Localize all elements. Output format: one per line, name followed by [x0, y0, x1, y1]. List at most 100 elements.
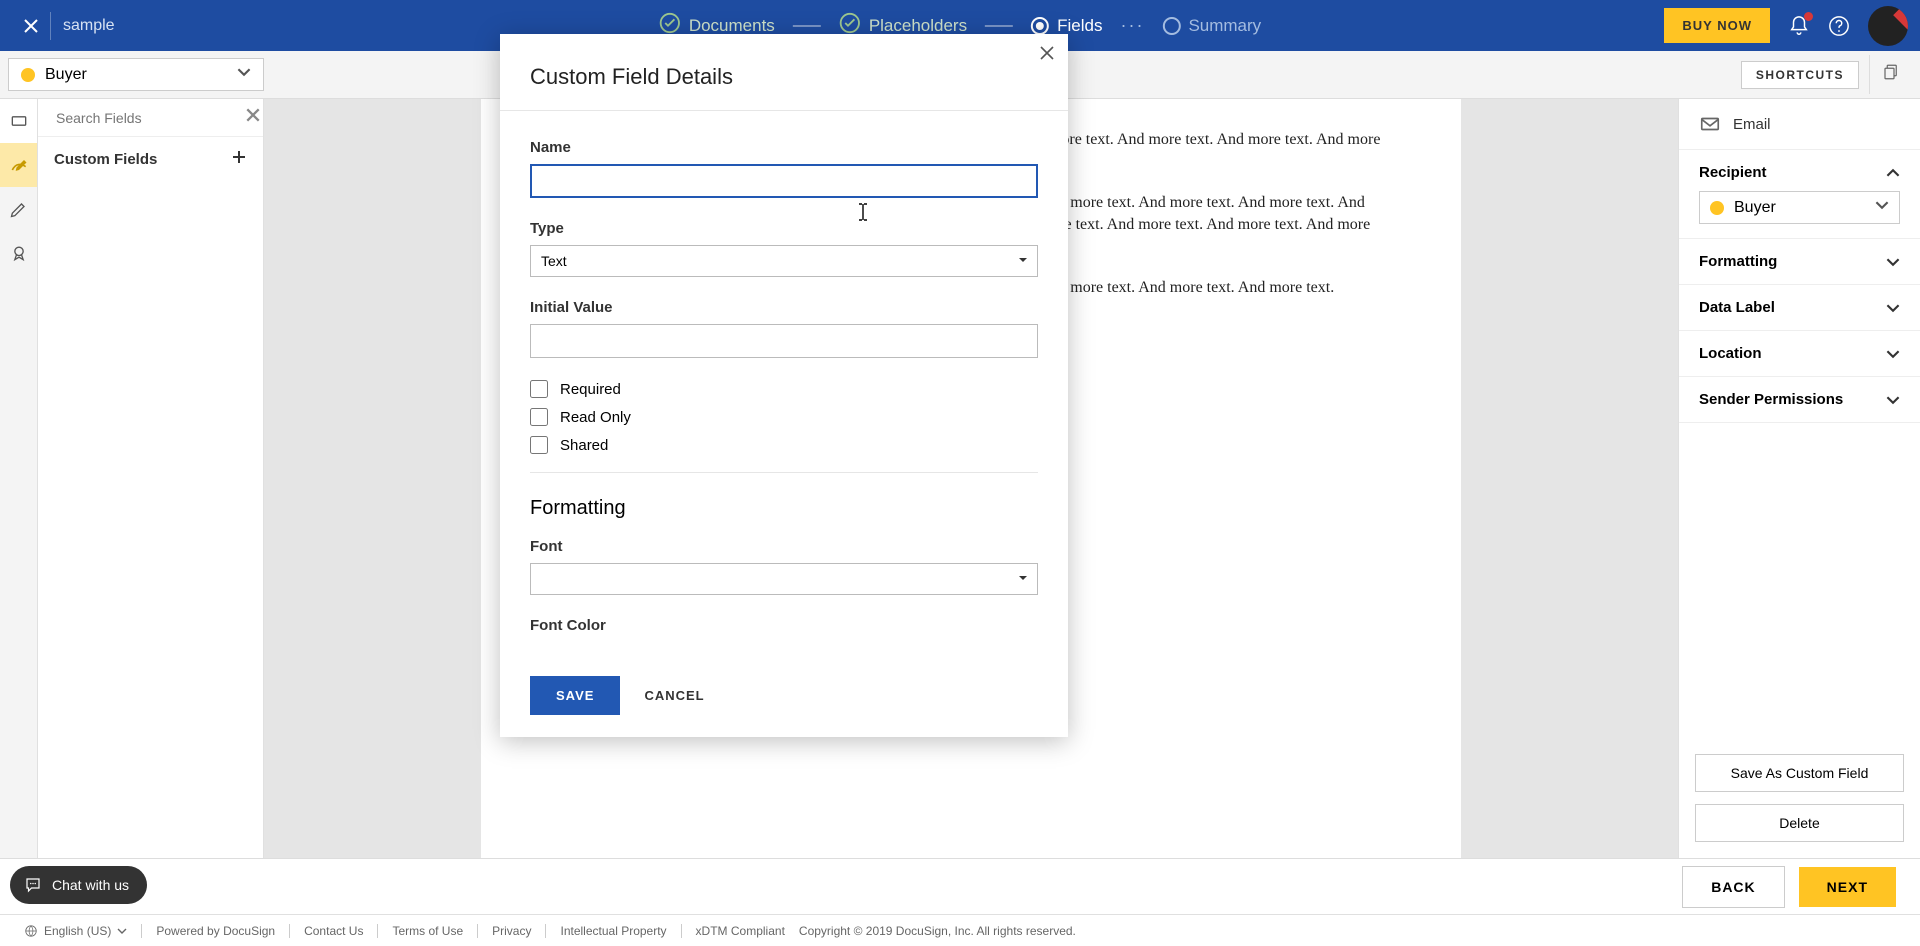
delete-field-button[interactable]: Delete	[1695, 804, 1904, 842]
ip-link[interactable]: Intellectual Property	[560, 924, 666, 938]
rp-recipient-section: Recipient Buyer	[1679, 150, 1920, 239]
divider	[545, 924, 546, 938]
modal-header: Custom Field Details	[500, 34, 1068, 111]
required-checkbox-row: Required	[530, 380, 1038, 398]
recipient-color-dot	[21, 68, 35, 82]
step-fields[interactable]: Fields	[1031, 16, 1102, 36]
rp-data-label-header[interactable]: Data Label	[1699, 299, 1900, 316]
seal-icon	[9, 243, 29, 263]
chat-icon	[24, 876, 42, 894]
recipient-selected-label: Buyer	[45, 66, 87, 84]
rp-data-label-section: Data Label	[1679, 285, 1920, 331]
field-type-label: Email	[1733, 116, 1771, 133]
rp-location-header[interactable]: Location	[1699, 345, 1900, 362]
bottom-action-bar: BACK NEXT	[0, 858, 1920, 914]
section-label: Data Label	[1699, 299, 1775, 316]
globe-icon	[24, 924, 38, 938]
user-avatar[interactable]	[1868, 6, 1908, 46]
chevron-down-icon	[1886, 255, 1900, 269]
rp-recipient-value: Buyer	[1734, 199, 1776, 217]
document-title: sample	[63, 17, 115, 35]
initial-value-label: Initial Value	[530, 299, 1038, 316]
left-panel: Custom Fields	[38, 99, 264, 858]
rail-stamp[interactable]	[0, 231, 37, 275]
terms-link[interactable]: Terms of Use	[392, 924, 463, 938]
close-document-button[interactable]	[12, 19, 50, 33]
divider	[477, 924, 478, 938]
language-selector[interactable]: English (US)	[24, 924, 127, 938]
initial-value-input[interactable]	[530, 324, 1038, 358]
rp-sender-permissions-header[interactable]: Sender Permissions	[1699, 391, 1900, 408]
close-icon	[24, 19, 38, 33]
divider	[377, 924, 378, 938]
font-select[interactable]	[530, 563, 1038, 595]
search-clear-button[interactable]	[245, 107, 261, 128]
save-as-custom-field-button[interactable]: Save As Custom Field	[1695, 754, 1904, 792]
rp-formatting-header[interactable]: Formatting	[1699, 253, 1900, 270]
tool-rail	[0, 99, 38, 858]
help-button[interactable]	[1828, 15, 1850, 37]
chat-label: Chat with us	[52, 877, 129, 893]
progress-dots: ···	[1120, 15, 1144, 36]
privacy-link[interactable]: Privacy	[492, 924, 531, 938]
name-input[interactable]	[530, 164, 1038, 198]
font-color-field-group: Font Color	[530, 617, 1038, 634]
required-label: Required	[560, 381, 621, 398]
section-label: Sender Permissions	[1699, 391, 1843, 408]
modal-cancel-button[interactable]: CANCEL	[644, 688, 704, 703]
required-checkbox[interactable]	[530, 380, 548, 398]
rail-edit[interactable]	[0, 187, 37, 231]
rail-custom-fields[interactable]	[0, 143, 37, 187]
search-fields-row	[38, 99, 263, 137]
help-icon	[1828, 15, 1850, 37]
type-field-group: Type Text	[530, 220, 1038, 277]
notifications-button[interactable]	[1788, 15, 1810, 37]
rail-standard-fields[interactable]	[0, 99, 37, 143]
readonly-checkbox[interactable]	[530, 408, 548, 426]
modal-body: Name Type Text Initial Value Required Re…	[500, 111, 1068, 658]
shared-checkbox[interactable]	[530, 436, 548, 454]
rp-location-section: Location	[1679, 331, 1920, 377]
type-select[interactable]: Text	[530, 245, 1038, 277]
modal-title: Custom Field Details	[530, 64, 1038, 90]
rp-sender-permissions-section: Sender Permissions	[1679, 377, 1920, 423]
rectangle-icon	[9, 111, 29, 131]
initial-value-field-group: Initial Value	[530, 299, 1038, 358]
rp-recipient-select[interactable]: Buyer	[1699, 191, 1900, 224]
modal-save-button[interactable]: SAVE	[530, 676, 620, 715]
search-fields-input[interactable]	[56, 110, 237, 126]
next-button[interactable]: NEXT	[1799, 867, 1896, 907]
radio-filled-icon	[1031, 17, 1049, 35]
shortcuts-button[interactable]: SHORTCUTS	[1741, 61, 1859, 89]
readonly-label: Read Only	[560, 409, 631, 426]
copy-button[interactable]	[1869, 55, 1912, 94]
shared-checkbox-row: Shared	[530, 436, 1038, 454]
font-field-group: Font	[530, 538, 1038, 595]
custom-fields-header: Custom Fields	[38, 137, 263, 181]
back-button[interactable]: BACK	[1682, 866, 1784, 908]
modal-close-button[interactable]	[1040, 46, 1054, 65]
language-label: English (US)	[44, 924, 111, 938]
rp-actions: Save As Custom Field Delete	[1679, 738, 1920, 858]
rp-formatting-section: Formatting	[1679, 239, 1920, 285]
chevron-down-icon	[117, 926, 127, 936]
copy-icon	[1882, 63, 1900, 81]
pen-swoosh-icon	[9, 155, 29, 175]
close-icon	[1040, 46, 1054, 60]
contact-us-link[interactable]: Contact Us	[304, 924, 363, 938]
divider	[681, 924, 682, 938]
radio-empty-icon	[1162, 17, 1180, 35]
copyright-label: Copyright © 2019 DocuSign, Inc. All righ…	[799, 924, 1076, 938]
envelope-icon	[1699, 113, 1721, 135]
step-summary[interactable]: Summary	[1162, 16, 1261, 36]
chevron-down-icon	[1875, 198, 1889, 217]
add-custom-field-button[interactable]	[231, 149, 247, 169]
xdtm-link[interactable]: xDTM Compliant	[696, 924, 785, 938]
chat-widget[interactable]: Chat with us	[10, 866, 147, 904]
divider	[289, 924, 290, 938]
recipient-dropdown[interactable]: Buyer	[8, 58, 264, 91]
shared-label: Shared	[560, 437, 608, 454]
rp-recipient-header[interactable]: Recipient	[1699, 164, 1900, 181]
buy-now-button[interactable]: BUY NOW	[1664, 8, 1770, 43]
section-label: Location	[1699, 345, 1762, 362]
